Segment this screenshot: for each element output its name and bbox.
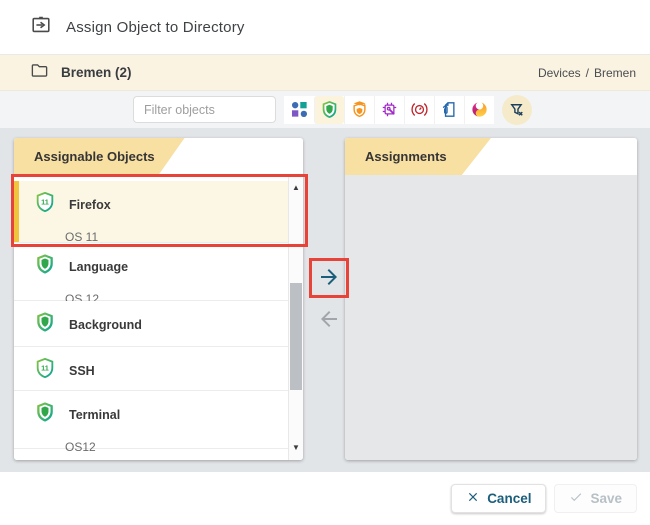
item-title: Background <box>69 318 142 332</box>
main-area: Assignable Objects 11 Firefox OS 11 <box>0 128 650 472</box>
cancel-label: Cancel <box>487 491 531 506</box>
list-item-background[interactable]: Background <box>14 301 288 347</box>
assign-icon <box>30 14 52 41</box>
directory-name: Bremen (2) <box>61 65 132 80</box>
breadcrumb-current: Bremen <box>594 66 636 80</box>
assign-arrow-button[interactable] <box>316 265 342 291</box>
education-shield-icon[interactable] <box>344 96 374 124</box>
filter-objects-input[interactable] <box>133 96 276 123</box>
list-item-firefox[interactable]: 11 Firefox OS 11 <box>14 181 288 243</box>
dialog-footer: Cancel Save <box>0 472 650 525</box>
close-icon <box>466 490 480 507</box>
directory-bar: Bremen (2) Devices / Bremen <box>0 55 650 91</box>
scroll-up-icon[interactable]: ▲ <box>289 183 303 192</box>
firmware-chip-icon[interactable] <box>374 96 404 124</box>
filter-toolbar <box>0 91 650 128</box>
panel-title: Assignments <box>365 138 447 175</box>
item-title: SSH <box>69 364 95 378</box>
color-wheel-icon[interactable] <box>464 96 494 124</box>
shield-badge-number: 11 <box>41 197 49 206</box>
document-clip-icon[interactable] <box>434 96 464 124</box>
apps-grid-icon[interactable] <box>284 96 314 124</box>
shield-badge-icon: 11 <box>34 191 56 218</box>
dialog-title: Assign Object to Directory <box>66 19 245 36</box>
software-shield-icon[interactable] <box>314 96 344 124</box>
item-subtitle: OS 11 <box>65 230 278 244</box>
list-item-language[interactable]: Language OS 12 <box>14 243 288 301</box>
check-icon <box>569 490 583 507</box>
assignable-objects-panel: Assignable Objects 11 Firefox OS 11 <box>14 138 303 460</box>
list-item-terminal[interactable]: Terminal OS12 <box>14 391 288 449</box>
shield-icon <box>34 311 56 338</box>
item-title: Terminal <box>69 408 120 422</box>
breadcrumb-separator: / <box>586 66 589 80</box>
scroll-down-icon[interactable]: ▼ <box>289 443 303 452</box>
dialog-header: Assign Object to Directory <box>0 0 650 55</box>
cancel-button[interactable]: Cancel <box>451 484 546 513</box>
panel-title: Assignable Objects <box>34 138 155 175</box>
assign-object-dialog: Assign Object to Directory Bremen (2) De… <box>0 0 650 525</box>
breadcrumb: Devices / Bremen <box>538 66 636 80</box>
save-label: Save <box>590 491 622 506</box>
assignments-empty-area <box>345 175 637 460</box>
item-subtitle: OS12 <box>65 440 278 454</box>
assignable-objects-list: 11 Firefox OS 11 <box>14 175 303 460</box>
breadcrumb-parent[interactable]: Devices <box>538 66 581 80</box>
shield-badge-icon: 11 <box>34 357 56 384</box>
arrow-left-icon <box>317 307 341 334</box>
scrollbar-thumb[interactable] <box>290 283 302 390</box>
shield-icon <box>34 401 56 428</box>
folder-icon <box>30 61 49 85</box>
assignments-header: Assignments <box>345 138 637 175</box>
assignments-panel: Assignments <box>345 138 637 460</box>
save-button[interactable]: Save <box>554 484 637 513</box>
gauge-icon[interactable] <box>404 96 434 124</box>
clear-filter-icon[interactable] <box>502 95 532 125</box>
arrow-right-icon <box>317 265 341 292</box>
shield-icon <box>34 253 56 280</box>
item-title: Language <box>69 260 128 274</box>
object-type-filter-group <box>284 96 494 124</box>
shield-badge-number: 11 <box>41 363 49 372</box>
item-title: Firefox <box>69 198 111 212</box>
list-scrollbar[interactable]: ▲ ▼ <box>288 175 303 460</box>
unassign-arrow-button[interactable] <box>316 307 342 333</box>
list-item-ssh[interactable]: 11 SSH <box>14 347 288 391</box>
assignable-objects-header: Assignable Objects <box>14 138 303 175</box>
